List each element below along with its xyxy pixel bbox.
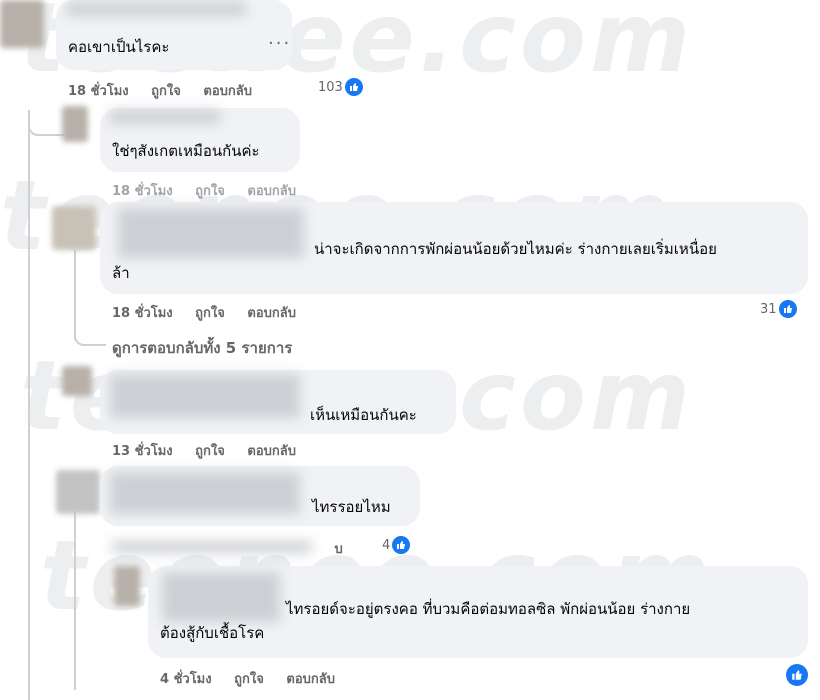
- comment-bubble: น่าจะเกิดจากการพักผ่อนน้อยด้วยไหมค่ะ ร่า…: [100, 202, 808, 294]
- redacted-name: [110, 472, 300, 514]
- timestamp[interactable]: 18 ชั่วโมง: [112, 184, 173, 199]
- redacted-name: [66, 2, 246, 16]
- comment-text: ใช่ๆสังเกตเหมือนกันค่ะ: [112, 142, 260, 160]
- comment-bubble: ใช่ๆสังเกตเหมือนกันค่ะ: [100, 108, 300, 172]
- comment-meta: บ: [112, 538, 361, 559]
- comment-text-line2: ล้า: [112, 264, 130, 282]
- reaction-number: 4: [382, 537, 391, 553]
- comment-bubble: คอเขาเป็นไรคะ: [56, 0, 292, 70]
- avatar[interactable]: [56, 470, 100, 514]
- comment-text: คอเขาเป็นไรคะ: [68, 38, 170, 56]
- reply-button[interactable]: ตอบกลับ: [203, 84, 252, 99]
- comment-bubble: เห็นเหมือนกันคะ: [100, 370, 456, 434]
- reply-button[interactable]: ตอบกลับ: [247, 306, 296, 321]
- thread-line: [28, 110, 30, 700]
- like-icon: [392, 536, 411, 554]
- reaction-count[interactable]: 31: [760, 300, 797, 318]
- reaction-number: 31: [760, 301, 777, 317]
- comment-text: น่าจะเกิดจากการพักผ่อนน้อยด้วยไหมค่ะ ร่า…: [314, 240, 717, 258]
- like-icon: [778, 300, 797, 318]
- thread-connector: [74, 330, 106, 346]
- comment-text-line2: ต้องสู้กับเชื้อโรค: [160, 624, 265, 642]
- comment-bubble: ไทรรอยไหม: [100, 466, 420, 526]
- like-button[interactable]: ถูกใจ: [195, 184, 225, 199]
- comment-meta: 18 ชั่วโมง ถูกใจ ตอบกลับ: [112, 180, 314, 201]
- avatar[interactable]: [114, 566, 140, 606]
- like-button[interactable]: ถูกใจ: [195, 306, 225, 321]
- timestamp[interactable]: 18 ชั่วโมง: [112, 306, 173, 321]
- avatar[interactable]: [62, 366, 92, 396]
- redacted-name: [118, 208, 304, 258]
- comment-text: ไทรอยด์จะอยู่ตรงคอ ที่บวมคือต่อมทอลซิล พ…: [286, 600, 691, 618]
- comment-meta: 13 ชั่วโมง ถูกใจ ตอบกลับ: [112, 440, 314, 461]
- thread-line: [74, 500, 76, 690]
- view-replies-link[interactable]: ดูการตอบกลับทั้ง 5 รายการ: [112, 336, 292, 360]
- like-icon: [786, 664, 808, 686]
- redacted-meta: [112, 541, 312, 553]
- timestamp[interactable]: 13 ชั่วโมง: [112, 444, 173, 459]
- reaction-count[interactable]: [784, 664, 808, 686]
- reply-button[interactable]: ตอบกลับ: [286, 672, 335, 687]
- comment-text: เห็นเหมือนกันคะ: [310, 406, 417, 424]
- reply-button[interactable]: ตอบกลับ: [247, 444, 296, 459]
- redacted-name: [110, 374, 300, 418]
- reply-button-partial[interactable]: บ: [335, 542, 343, 557]
- timestamp[interactable]: 4 ชั่วโมง: [160, 672, 212, 687]
- like-button[interactable]: ถูกใจ: [195, 444, 225, 459]
- comment-meta: 4 ชั่วโมง ถูกใจ ตอบกลับ: [160, 668, 353, 689]
- avatar[interactable]: [0, 0, 44, 48]
- reaction-count[interactable]: 103: [318, 78, 363, 96]
- reply-button[interactable]: ตอบกลับ: [247, 184, 296, 199]
- comment-bubble: ไทรอยด์จะอยู่ตรงคอ ที่บวมคือต่อมทอลซิล พ…: [148, 566, 808, 658]
- like-icon: [344, 78, 363, 96]
- timestamp[interactable]: 18 ชั่วโมง: [68, 84, 129, 99]
- reaction-count[interactable]: 4: [382, 536, 411, 554]
- avatar[interactable]: [52, 206, 96, 250]
- comment-text: ไทรรอยไหม: [312, 498, 391, 516]
- comment-meta: 18 ชั่วโมง ถูกใจ ตอบกลับ: [112, 302, 314, 323]
- thread-line: [74, 250, 76, 340]
- thread-connector: [28, 120, 64, 136]
- avatar[interactable]: [62, 106, 88, 142]
- more-options-icon[interactable]: ...: [268, 28, 291, 49]
- comment-meta: 18 ชั่วโมง ถูกใจ ตอบกลับ: [68, 80, 270, 101]
- like-button[interactable]: ถูกใจ: [234, 672, 264, 687]
- like-button[interactable]: ถูกใจ: [151, 84, 181, 99]
- redacted-name: [162, 572, 280, 622]
- reaction-number: 103: [318, 79, 343, 95]
- redacted-name: [110, 110, 220, 124]
